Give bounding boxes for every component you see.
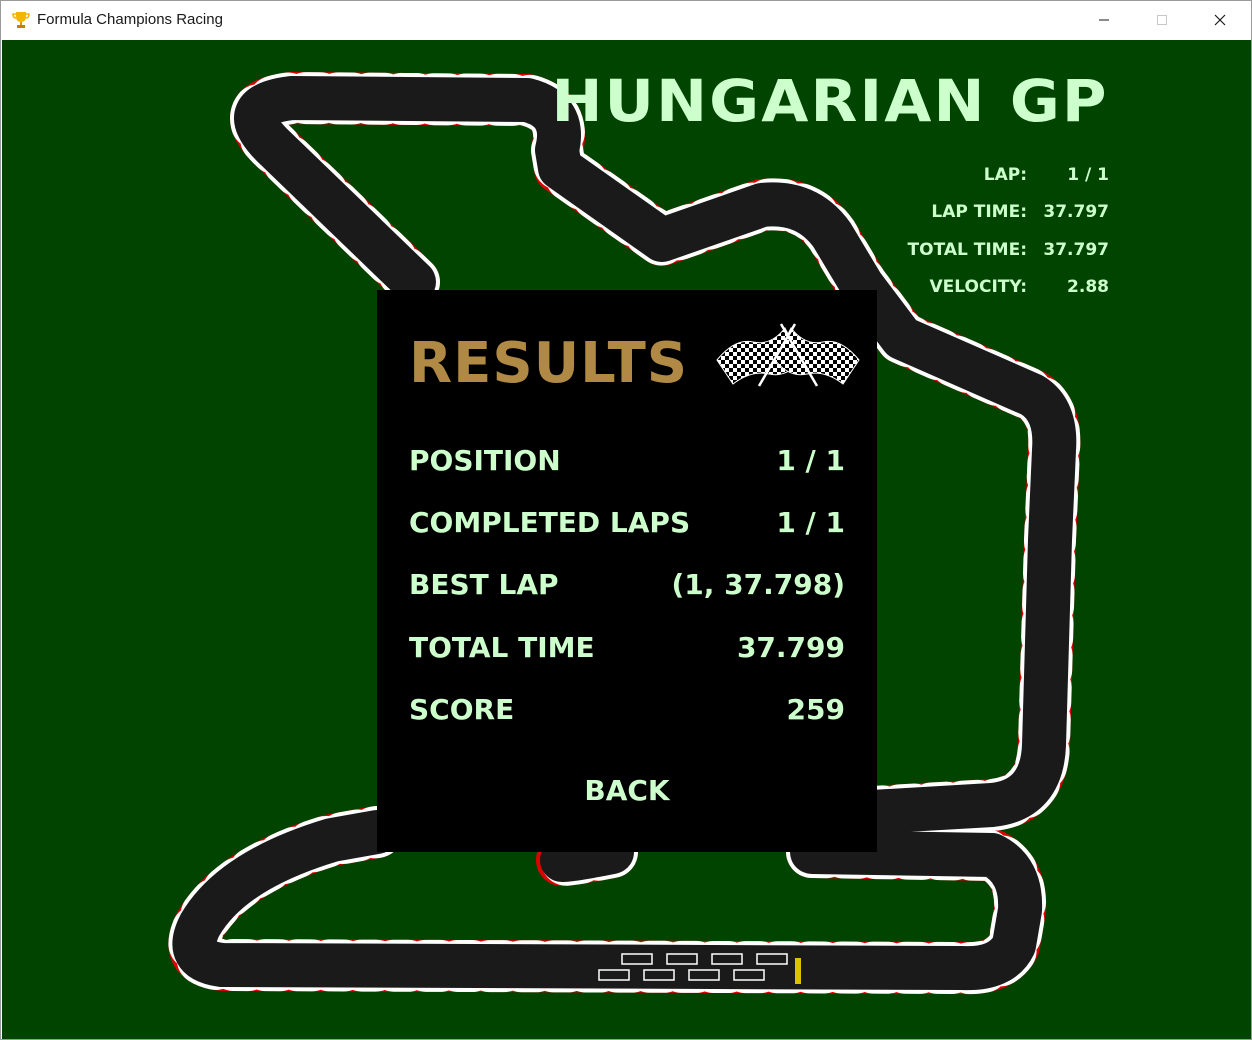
close-button[interactable] — [1191, 1, 1249, 39]
trophy-icon — [12, 12, 30, 28]
hud-total-time-value: 37.797 — [1043, 239, 1109, 260]
result-row-completed-laps: COMPLETED LAPS 1 / 1 — [409, 502, 845, 542]
window-title: Formula Champions Racing — [37, 11, 223, 28]
start-line — [795, 958, 801, 984]
result-row-score: SCORE 259 — [409, 689, 845, 729]
result-row-total-time: TOTAL TIME 37.799 — [409, 627, 845, 667]
results-panel: RESULTS POSITION 1 / 1 COMPLETED LAPS 1 … — [377, 290, 877, 852]
result-label: POSITION — [409, 443, 561, 477]
title-bar[interactable]: Formula Champions Racing — [1, 1, 1251, 39]
maximize-button[interactable] — [1133, 1, 1191, 39]
result-value: 1 / 1 — [776, 505, 845, 539]
grand-prix-title: HUNGARIAN GP — [551, 67, 1109, 135]
result-row-best-lap: BEST LAP (1, 37.798) — [409, 564, 845, 604]
result-value: 1 / 1 — [776, 443, 845, 477]
minimize-icon — [1099, 19, 1109, 21]
hud-lap-time-row: LAP TIME: 37.797 — [849, 194, 1109, 232]
app-window: Formula Champions Racing HUNGARIAN GP LA… — [0, 0, 1252, 1040]
result-value: 259 — [786, 692, 845, 726]
checkered-flags-icon — [716, 323, 860, 387]
result-label: SCORE — [409, 692, 515, 726]
result-value: (1, 37.798) — [671, 567, 845, 601]
hud-total-time-row: TOTAL TIME: 37.797 — [849, 231, 1109, 269]
result-label: COMPLETED LAPS — [409, 505, 691, 539]
result-value: 37.799 — [736, 630, 845, 664]
close-icon — [1214, 14, 1226, 26]
hud-total-time-label: TOTAL TIME: — [907, 239, 1027, 260]
race-hud: LAP: 1 / 1 LAP TIME: 37.797 TOTAL TIME: … — [849, 156, 1109, 306]
maximize-icon — [1157, 15, 1167, 25]
hud-velocity-row: VELOCITY: 2.88 — [849, 269, 1109, 307]
back-button[interactable]: BACK — [557, 768, 697, 812]
minimize-button[interactable] — [1075, 1, 1133, 39]
hud-lap-time-value: 37.797 — [1043, 202, 1109, 223]
hud-lap-time-label: LAP TIME: — [931, 202, 1027, 223]
result-label: BEST LAP — [409, 567, 559, 601]
results-title: RESULTS — [409, 331, 689, 396]
hud-velocity-value: 2.88 — [1067, 277, 1109, 298]
hud-lap-value: 1 / 1 — [1067, 164, 1109, 185]
result-row-position: POSITION 1 / 1 — [409, 440, 845, 480]
hud-lap-label: LAP: — [983, 164, 1027, 185]
hud-velocity-label: VELOCITY: — [929, 277, 1027, 298]
game-canvas: HUNGARIAN GP LAP: 1 / 1 LAP TIME: 37.797… — [2, 40, 1251, 1039]
result-label: TOTAL TIME — [409, 630, 595, 664]
hud-lap-row: LAP: 1 / 1 — [849, 156, 1109, 194]
